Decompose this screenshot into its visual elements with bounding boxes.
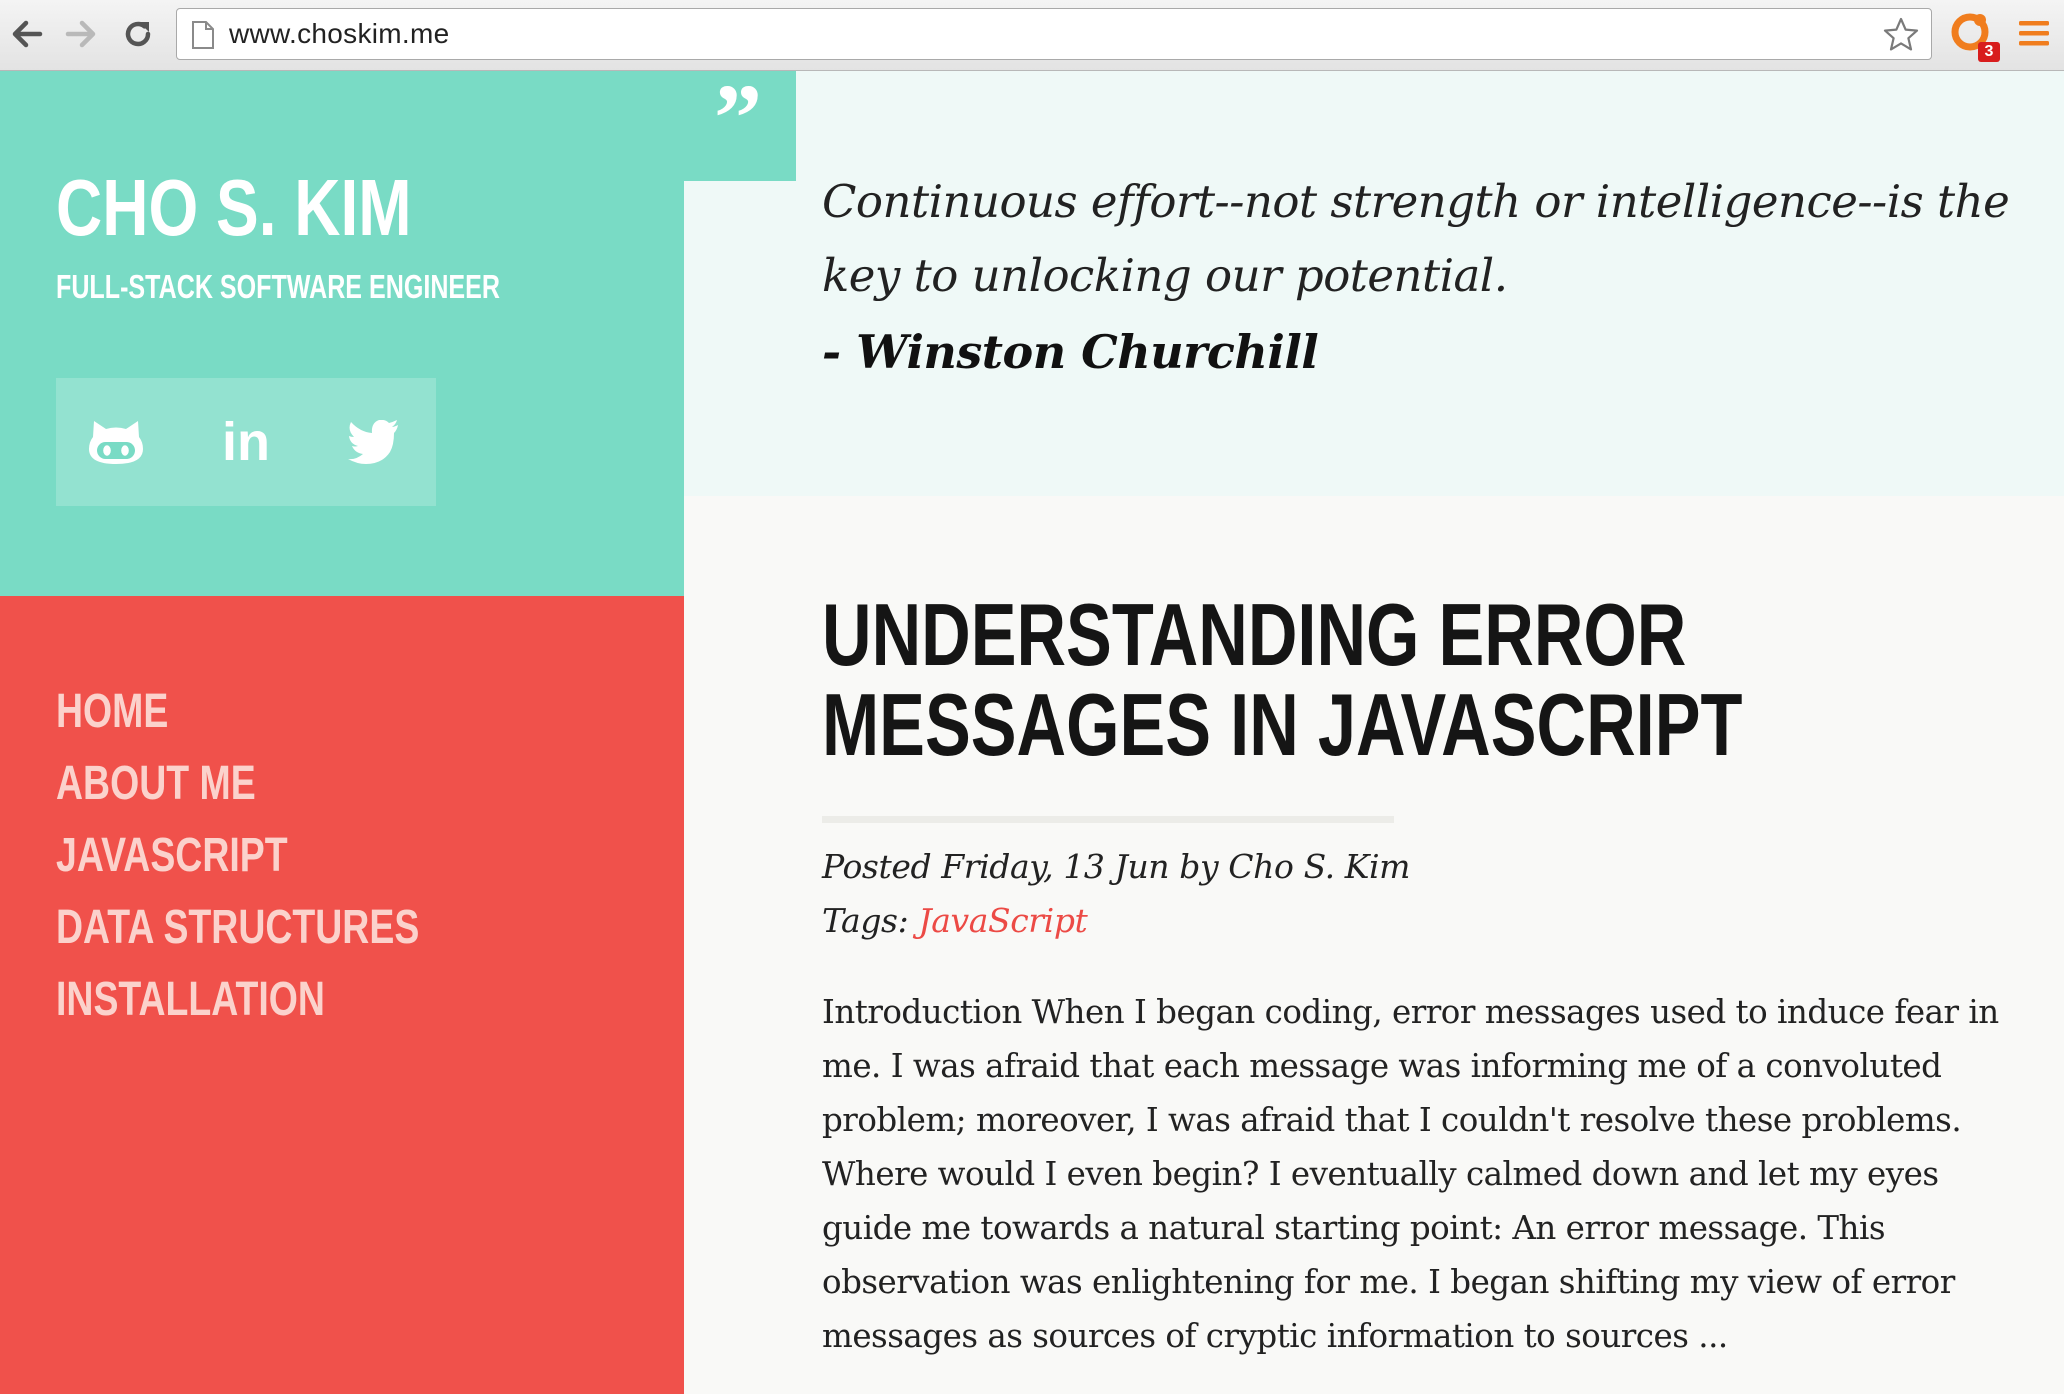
tag-link-javascript[interactable]: JavaScript xyxy=(918,901,1087,940)
quote-mark-tab: ” xyxy=(684,64,796,181)
quote-author: - Winston Churchill xyxy=(822,325,1319,379)
post-title-line-1[interactable]: UNDERSTANDING ERROR xyxy=(822,585,1686,684)
browser-toolbar: www.choskim.me 3 xyxy=(0,0,2064,71)
twitter-icon[interactable] xyxy=(344,412,404,472)
sidebar-header: CHO S. KIM FULL-STACK SOFTWARE ENGINEER … xyxy=(0,71,684,596)
forward-arrow-icon[interactable] xyxy=(60,13,102,55)
quote-text: Continuous effort--not strength or intel… xyxy=(822,175,2010,302)
hamburger-menu-icon[interactable] xyxy=(2018,18,2050,53)
url-text[interactable]: www.choskim.me xyxy=(229,9,449,59)
post-meta: Posted Friday, 13 Jun by Cho S. Kim xyxy=(822,847,1411,886)
post-divider xyxy=(822,816,1394,823)
post-tags: Tags: JavaScript xyxy=(822,894,1088,948)
site-title[interactable]: CHO S. KIM xyxy=(56,163,412,253)
sidebar-nav: HOME ABOUT ME JAVASCRIPT DATA STRUCTURES… xyxy=(0,596,684,1394)
github-icon[interactable] xyxy=(86,412,146,472)
nav-item-installation[interactable]: INSTALLATION xyxy=(56,964,419,1036)
post-excerpt: Introduction When I began coding, error … xyxy=(822,993,1999,1355)
nav-item-javascript[interactable]: JAVASCRIPT xyxy=(56,820,419,892)
nav-list: HOME ABOUT ME JAVASCRIPT DATA STRUCTURES… xyxy=(56,676,522,1036)
extension-badge: 3 xyxy=(1978,42,2000,62)
linkedin-label: in xyxy=(222,412,270,472)
page-icon xyxy=(191,20,215,55)
back-arrow-icon[interactable] xyxy=(6,13,48,55)
nav-item-data-structures[interactable]: DATA STRUCTURES xyxy=(56,892,419,964)
tags-label: Tags: xyxy=(822,901,919,940)
linkedin-icon[interactable]: in xyxy=(216,412,276,472)
social-links: in xyxy=(56,378,436,506)
star-icon[interactable] xyxy=(1883,17,1919,56)
nav-item-about-me[interactable]: ABOUT ME xyxy=(56,748,419,820)
nav-item-home[interactable]: HOME xyxy=(56,676,419,748)
reload-icon[interactable] xyxy=(117,13,159,55)
extension-icon[interactable]: 3 xyxy=(1948,10,2000,62)
address-bar[interactable]: www.choskim.me xyxy=(176,8,1932,60)
post-title[interactable]: UNDERSTANDING ERROR MESSAGES IN JAVASCRI… xyxy=(822,590,1742,770)
quote-mark-icon: ” xyxy=(714,64,762,171)
site-subtitle: FULL-STACK SOFTWARE ENGINEER xyxy=(56,268,500,305)
post-title-line-2[interactable]: MESSAGES IN JAVASCRIPT xyxy=(822,675,1742,774)
